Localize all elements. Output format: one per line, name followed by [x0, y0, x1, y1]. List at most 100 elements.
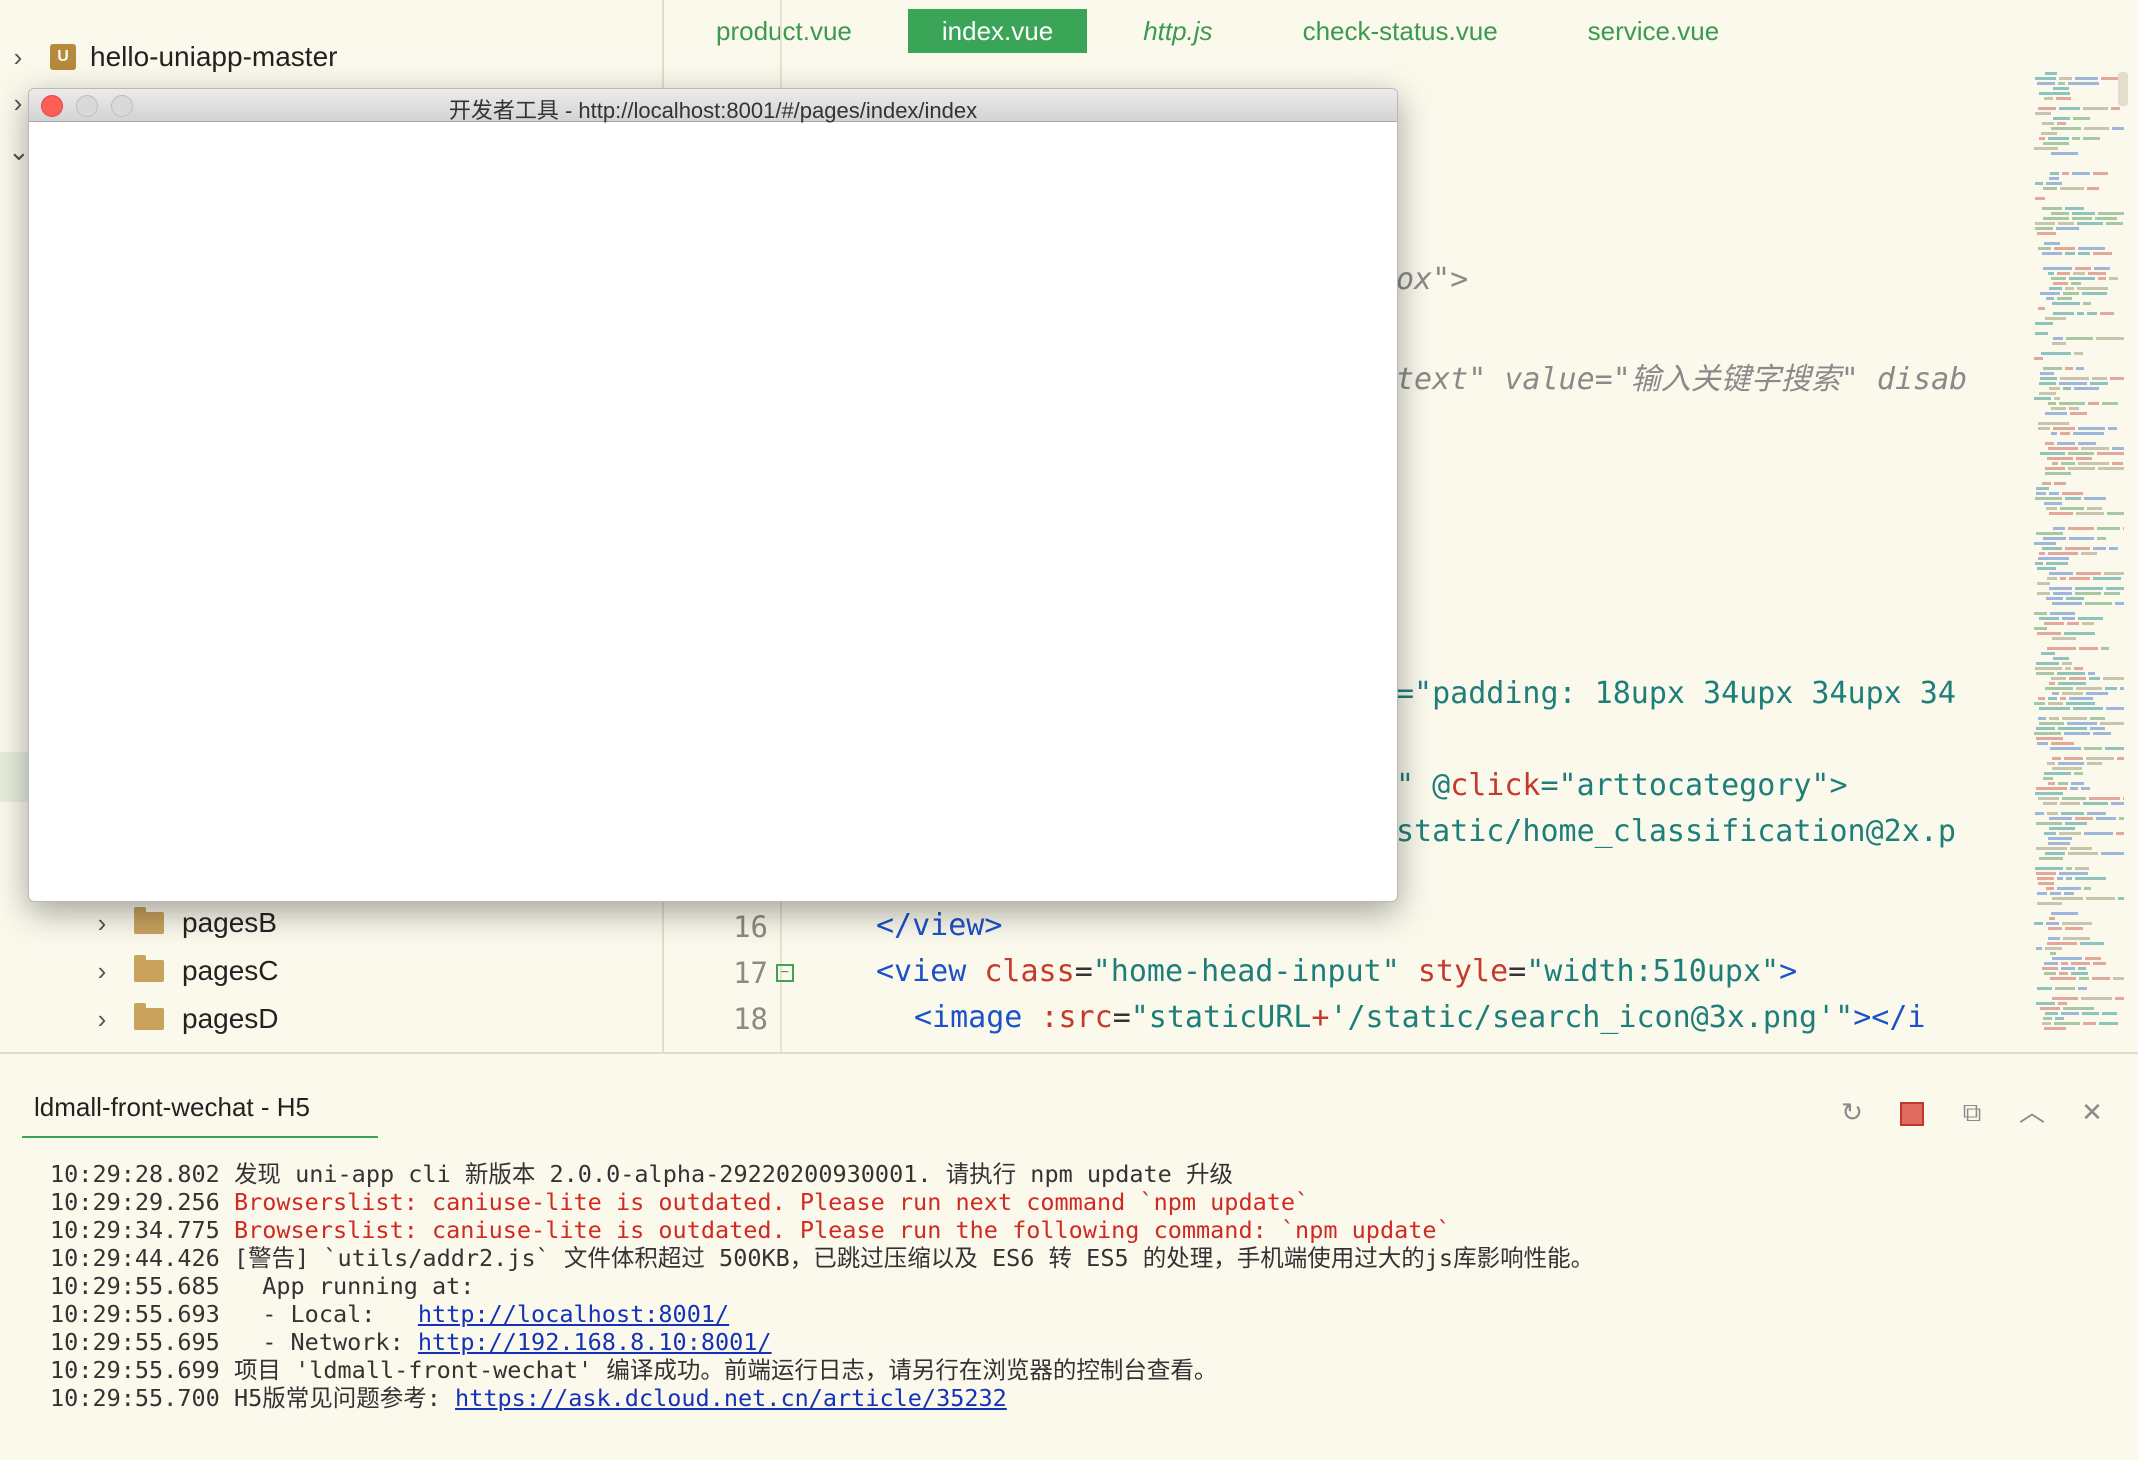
minimap-stroke [2078, 427, 2105, 430]
minimap-stroke [2062, 797, 2086, 800]
devtools-titlebar[interactable]: 开发者工具 - http://localhost:8001/#/pages/in… [29, 89, 1397, 123]
restart-icon[interactable]: ↻ [1834, 1094, 1870, 1130]
fold-toggle-icon[interactable]: − [776, 964, 794, 982]
minimap-stroke [2059, 972, 2068, 975]
devtools-title: 开发者工具 - http://localhost:8001/#/pages/in… [448, 98, 978, 123]
minimap-stroke [2063, 1007, 2094, 1010]
tree-item-folder[interactable]: › pagesB [92, 900, 277, 946]
minimap-stroke [2040, 292, 2060, 295]
console-tab[interactable]: ldmall-front-wechat - H5 [22, 1092, 378, 1138]
chevron-down-icon[interactable]: ⌄ [8, 136, 30, 167]
tree-item-expanded[interactable]: ⌄ [8, 128, 30, 174]
minimap-stroke [2036, 672, 2054, 675]
minimap-stroke [2051, 127, 2081, 130]
editor-scrollbar[interactable] [2118, 72, 2128, 106]
minimap-stroke [2071, 782, 2084, 785]
minimap-stroke [2051, 277, 2066, 280]
faq-link[interactable]: https://ask.dcloud.net.cn/article/35232 [455, 1384, 1007, 1412]
minimap-stroke [2083, 802, 2108, 805]
minimap-stroke [2098, 467, 2124, 470]
minimap-stroke [2073, 272, 2085, 275]
tab-http-js[interactable]: http.js [1109, 9, 1246, 53]
minimap-stroke [2055, 987, 2075, 990]
minimap-stroke [2049, 917, 2055, 920]
minimap-stroke [2039, 617, 2059, 620]
minimap-stroke [2035, 197, 2045, 200]
minimap-stroke [2049, 387, 2060, 390]
minimap-stroke [2037, 987, 2052, 990]
minimap-stroke [2036, 822, 2062, 825]
minimap-stroke [2063, 292, 2079, 295]
code-fragment: static/home_classification@2x.p [1396, 814, 1956, 849]
tree-item-collapsed[interactable]: › [8, 80, 28, 126]
minimap-stroke [2059, 77, 2072, 80]
chevron-right-icon[interactable]: › [92, 908, 112, 939]
minimap-stroke [2119, 817, 2124, 820]
minimap-stroke [2071, 962, 2090, 965]
minimap-stroke [2088, 672, 2095, 675]
minimap-stroke [2041, 132, 2057, 135]
minimap-stroke [2039, 857, 2063, 860]
minimap-stroke [2051, 742, 2074, 745]
minimap-stroke [2053, 87, 2069, 90]
minimap-stroke [2040, 377, 2057, 380]
minimap-stroke [2044, 1027, 2066, 1030]
minimap-stroke [2093, 732, 2111, 735]
minimap-stroke [2042, 547, 2062, 550]
tree-item-folder[interactable]: › pagesC [92, 948, 279, 994]
minimap-stroke [2052, 302, 2080, 305]
folder-icon [134, 1003, 164, 1030]
chevron-right-icon[interactable]: › [92, 1004, 112, 1035]
log-line: 10:29:55.695 - Network: http://192.168.8… [50, 1328, 772, 1356]
minimap-stroke [2082, 622, 2094, 625]
minimap-stroke [2078, 617, 2103, 620]
minimap-stroke [2087, 187, 2099, 190]
minimap-stroke [2068, 527, 2094, 530]
log-line-error: 10:29:34.775 Browserslist: caniuse-lite … [50, 1216, 1451, 1244]
network-url-link[interactable]: http://192.168.8.10:8001/ [418, 1328, 772, 1356]
minimap-stroke [2112, 127, 2124, 130]
chevron-right-icon[interactable]: › [92, 956, 112, 987]
terminal-icon[interactable]: ⧉ [1954, 1094, 1990, 1130]
minimap-stroke [2049, 682, 2055, 685]
tab-check-status-vue[interactable]: check-status.vue [1269, 9, 1532, 53]
minimap-stroke [2060, 697, 2066, 700]
chevron-right-icon[interactable]: › [8, 88, 28, 119]
local-url-link[interactable]: http://localhost:8001/ [418, 1300, 729, 1328]
minimap-stroke [2034, 397, 2051, 400]
tree-item-label: pagesB [182, 907, 277, 938]
minimap-stroke [2048, 937, 2060, 940]
minimap-stroke [2042, 1022, 2051, 1025]
minimap-stroke [2052, 342, 2066, 345]
tab-product-vue[interactable]: product.vue [682, 9, 886, 53]
minimap-stroke [2088, 272, 2106, 275]
minimap-stroke [2075, 77, 2098, 80]
minimap-stroke [2047, 942, 2077, 945]
minimap-stroke [2046, 297, 2054, 300]
log-line: 10:29:55.700 H5版常见问题参考: https://ask.dclo… [50, 1384, 1007, 1412]
tree-item-folder[interactable]: › pagesD [92, 996, 279, 1042]
minimap-stroke [2074, 387, 2099, 390]
tab-service-vue[interactable]: service.vue [1554, 9, 1754, 53]
minimap-stroke [2049, 827, 2075, 830]
minimap-stroke [2097, 527, 2120, 530]
minimap-stroke [2068, 452, 2094, 455]
tab-index-vue[interactable]: index.vue [907, 9, 1088, 53]
minimap-stroke [2071, 282, 2081, 285]
devtools-window[interactable]: 开发者工具 - http://localhost:8001/#/pages/in… [28, 88, 1398, 902]
minimap-stroke [2041, 652, 2055, 655]
tree-item-project[interactable]: › U hello-uniapp-master [8, 34, 338, 80]
stop-icon[interactable] [1894, 1094, 1930, 1130]
minimap-stroke [2043, 367, 2062, 370]
clear-console-icon[interactable]: ✕ [2074, 1094, 2110, 1130]
chevron-right-icon[interactable]: › [8, 42, 28, 73]
minimap-stroke [2075, 267, 2091, 270]
minimap-stroke [2066, 337, 2093, 340]
minimap-stroke [2056, 227, 2079, 230]
minimap-stroke [2035, 222, 2055, 225]
chevron-up-icon[interactable]: ︿ [2014, 1094, 2050, 1130]
minimap-stroke [2049, 817, 2072, 820]
code-minimap[interactable] [2030, 72, 2128, 1052]
minimap-stroke [2067, 722, 2097, 725]
minimap-stroke [2072, 172, 2090, 175]
